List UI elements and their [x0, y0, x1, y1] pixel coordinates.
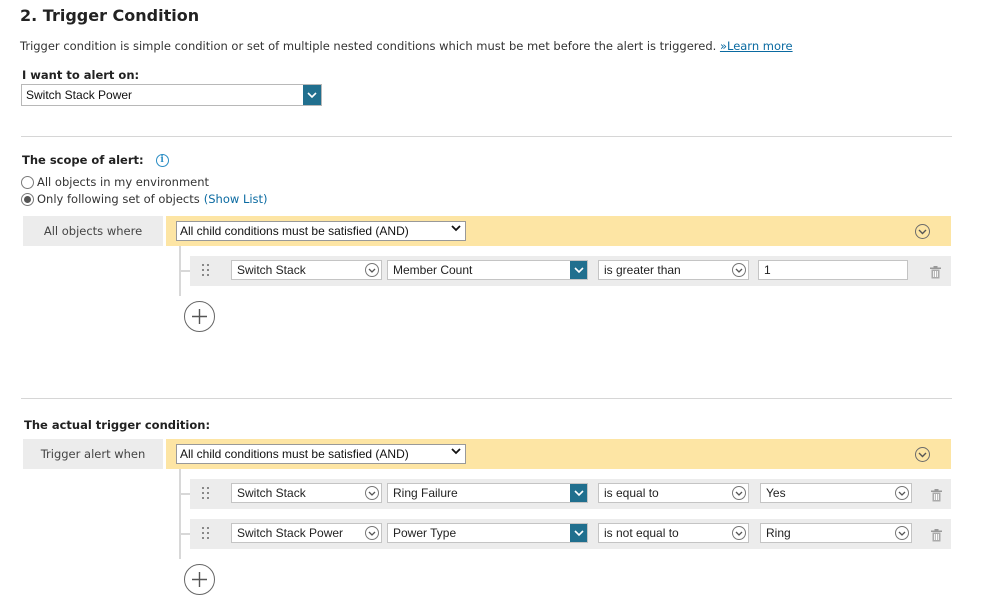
learn-more-label: Learn more — [726, 39, 793, 53]
chevron-down-icon — [451, 223, 461, 235]
field-value: Power Type — [393, 526, 457, 540]
section-description: Trigger condition is simple condition or… — [20, 39, 793, 53]
tree-branch — [179, 270, 190, 272]
field-value: Member Count — [393, 263, 473, 277]
trigger-group-bar: All child conditions must be satisfied (… — [166, 439, 951, 469]
field-value: Ring Failure — [393, 486, 458, 500]
chevron-down-icon — [732, 486, 746, 500]
value-input[interactable]: 1 — [758, 260, 908, 280]
field-select[interactable]: Power Type — [387, 523, 588, 543]
scope-group-operator-select[interactable]: All child conditions must be satisfied (… — [176, 221, 466, 241]
alert-on-select[interactable]: Switch Stack Power — [21, 84, 322, 106]
scope-group-bar: All child conditions must be satisfied (… — [166, 216, 951, 246]
alert-on-label: I want to alert on: — [22, 68, 140, 82]
operator-select[interactable]: is not equal to — [598, 523, 749, 543]
radio-button[interactable] — [21, 175, 34, 189]
chevron-down-icon — [303, 85, 321, 105]
scope-option-following[interactable]: Only following set of objects (Show List… — [21, 192, 268, 206]
chevron-down-icon — [732, 526, 746, 540]
field-select[interactable]: Member Count — [387, 260, 588, 280]
info-icon[interactable]: i — [155, 153, 169, 167]
alert-on-value: Switch Stack Power — [26, 88, 133, 102]
chevron-down-icon — [365, 526, 379, 540]
chevron-down-icon — [570, 524, 587, 542]
operator-value: is greater than — [604, 263, 681, 277]
value-select[interactable]: Ring — [760, 523, 912, 543]
value-text: Yes — [766, 486, 786, 500]
trash-icon[interactable] — [931, 487, 942, 502]
operator-value: All child conditions must be satisfied (… — [180, 447, 409, 461]
drag-handle-icon[interactable] — [202, 264, 210, 278]
trigger-group-operator-select[interactable]: All child conditions must be satisfied (… — [176, 444, 466, 464]
scope-option-all[interactable]: All objects in my environment — [21, 175, 209, 189]
operator-value: is not equal to — [604, 526, 679, 540]
link-prefix: » — [719, 39, 727, 53]
plus-icon — [192, 309, 207, 324]
value-text: 1 — [764, 263, 771, 277]
chevron-down-icon — [570, 484, 587, 502]
tree-line — [179, 469, 181, 559]
divider — [21, 398, 952, 399]
section-title: 2. Trigger Condition — [20, 6, 200, 25]
chevron-down-icon — [570, 261, 587, 279]
radio-button-checked[interactable] — [21, 192, 34, 206]
object-select[interactable]: Switch Stack — [231, 483, 382, 503]
operator-value: All child conditions must be satisfied (… — [180, 224, 409, 238]
tree-branch — [179, 533, 190, 535]
chevron-down-icon — [365, 263, 379, 277]
object-value: Switch Stack — [237, 263, 306, 277]
chevron-down-icon — [451, 446, 461, 458]
tree-branch — [179, 493, 190, 495]
trigger-condition-row: Switch Stack Power Power Type is not equ… — [190, 519, 951, 549]
scope-label: The scope of alert: — [22, 153, 144, 167]
object-select[interactable]: Switch Stack — [231, 260, 382, 280]
divider — [21, 136, 952, 137]
value-select[interactable]: Yes — [760, 483, 912, 503]
drag-handle-icon[interactable] — [202, 487, 210, 501]
object-value: Switch Stack — [237, 486, 306, 500]
field-select[interactable]: Ring Failure — [387, 483, 588, 503]
show-list-link[interactable]: (Show List) — [204, 192, 268, 206]
operator-value: is equal to — [604, 486, 659, 500]
add-condition-button[interactable] — [184, 301, 215, 332]
plus-icon — [192, 572, 207, 587]
chevron-down-icon — [895, 486, 909, 500]
trigger-group-label: Trigger alert when — [23, 439, 163, 469]
value-text: Ring — [766, 526, 791, 540]
chevron-down-icon — [732, 263, 746, 277]
trigger-label: The actual trigger condition: — [24, 418, 211, 432]
scope-option-label: Only following set of objects — [37, 192, 200, 206]
scope-header: The scope of alert: i — [22, 153, 169, 167]
trash-icon[interactable] — [931, 527, 942, 542]
chevron-down-icon — [895, 526, 909, 540]
trash-icon[interactable] — [930, 264, 941, 279]
chevron-down-icon — [365, 486, 379, 500]
operator-select[interactable]: is greater than — [598, 260, 749, 280]
scope-group-label: All objects where — [23, 216, 163, 246]
scope-condition-row: Switch Stack Member Count is greater tha… — [190, 256, 951, 286]
object-value: Switch Stack Power — [237, 526, 344, 540]
scope-option-label: All objects in my environment — [37, 175, 210, 189]
object-select[interactable]: Switch Stack Power — [231, 523, 382, 543]
drag-handle-icon[interactable] — [202, 527, 210, 541]
operator-select[interactable]: is equal to — [598, 483, 749, 503]
add-condition-button[interactable] — [184, 564, 215, 595]
description-text: Trigger condition is simple condition or… — [20, 39, 717, 53]
collapse-icon[interactable] — [915, 224, 930, 239]
learn-more-link[interactable]: »Learn more — [720, 39, 793, 53]
collapse-icon[interactable] — [915, 447, 930, 462]
trigger-condition-row: Switch Stack Ring Failure is equal to Ye… — [190, 479, 951, 509]
